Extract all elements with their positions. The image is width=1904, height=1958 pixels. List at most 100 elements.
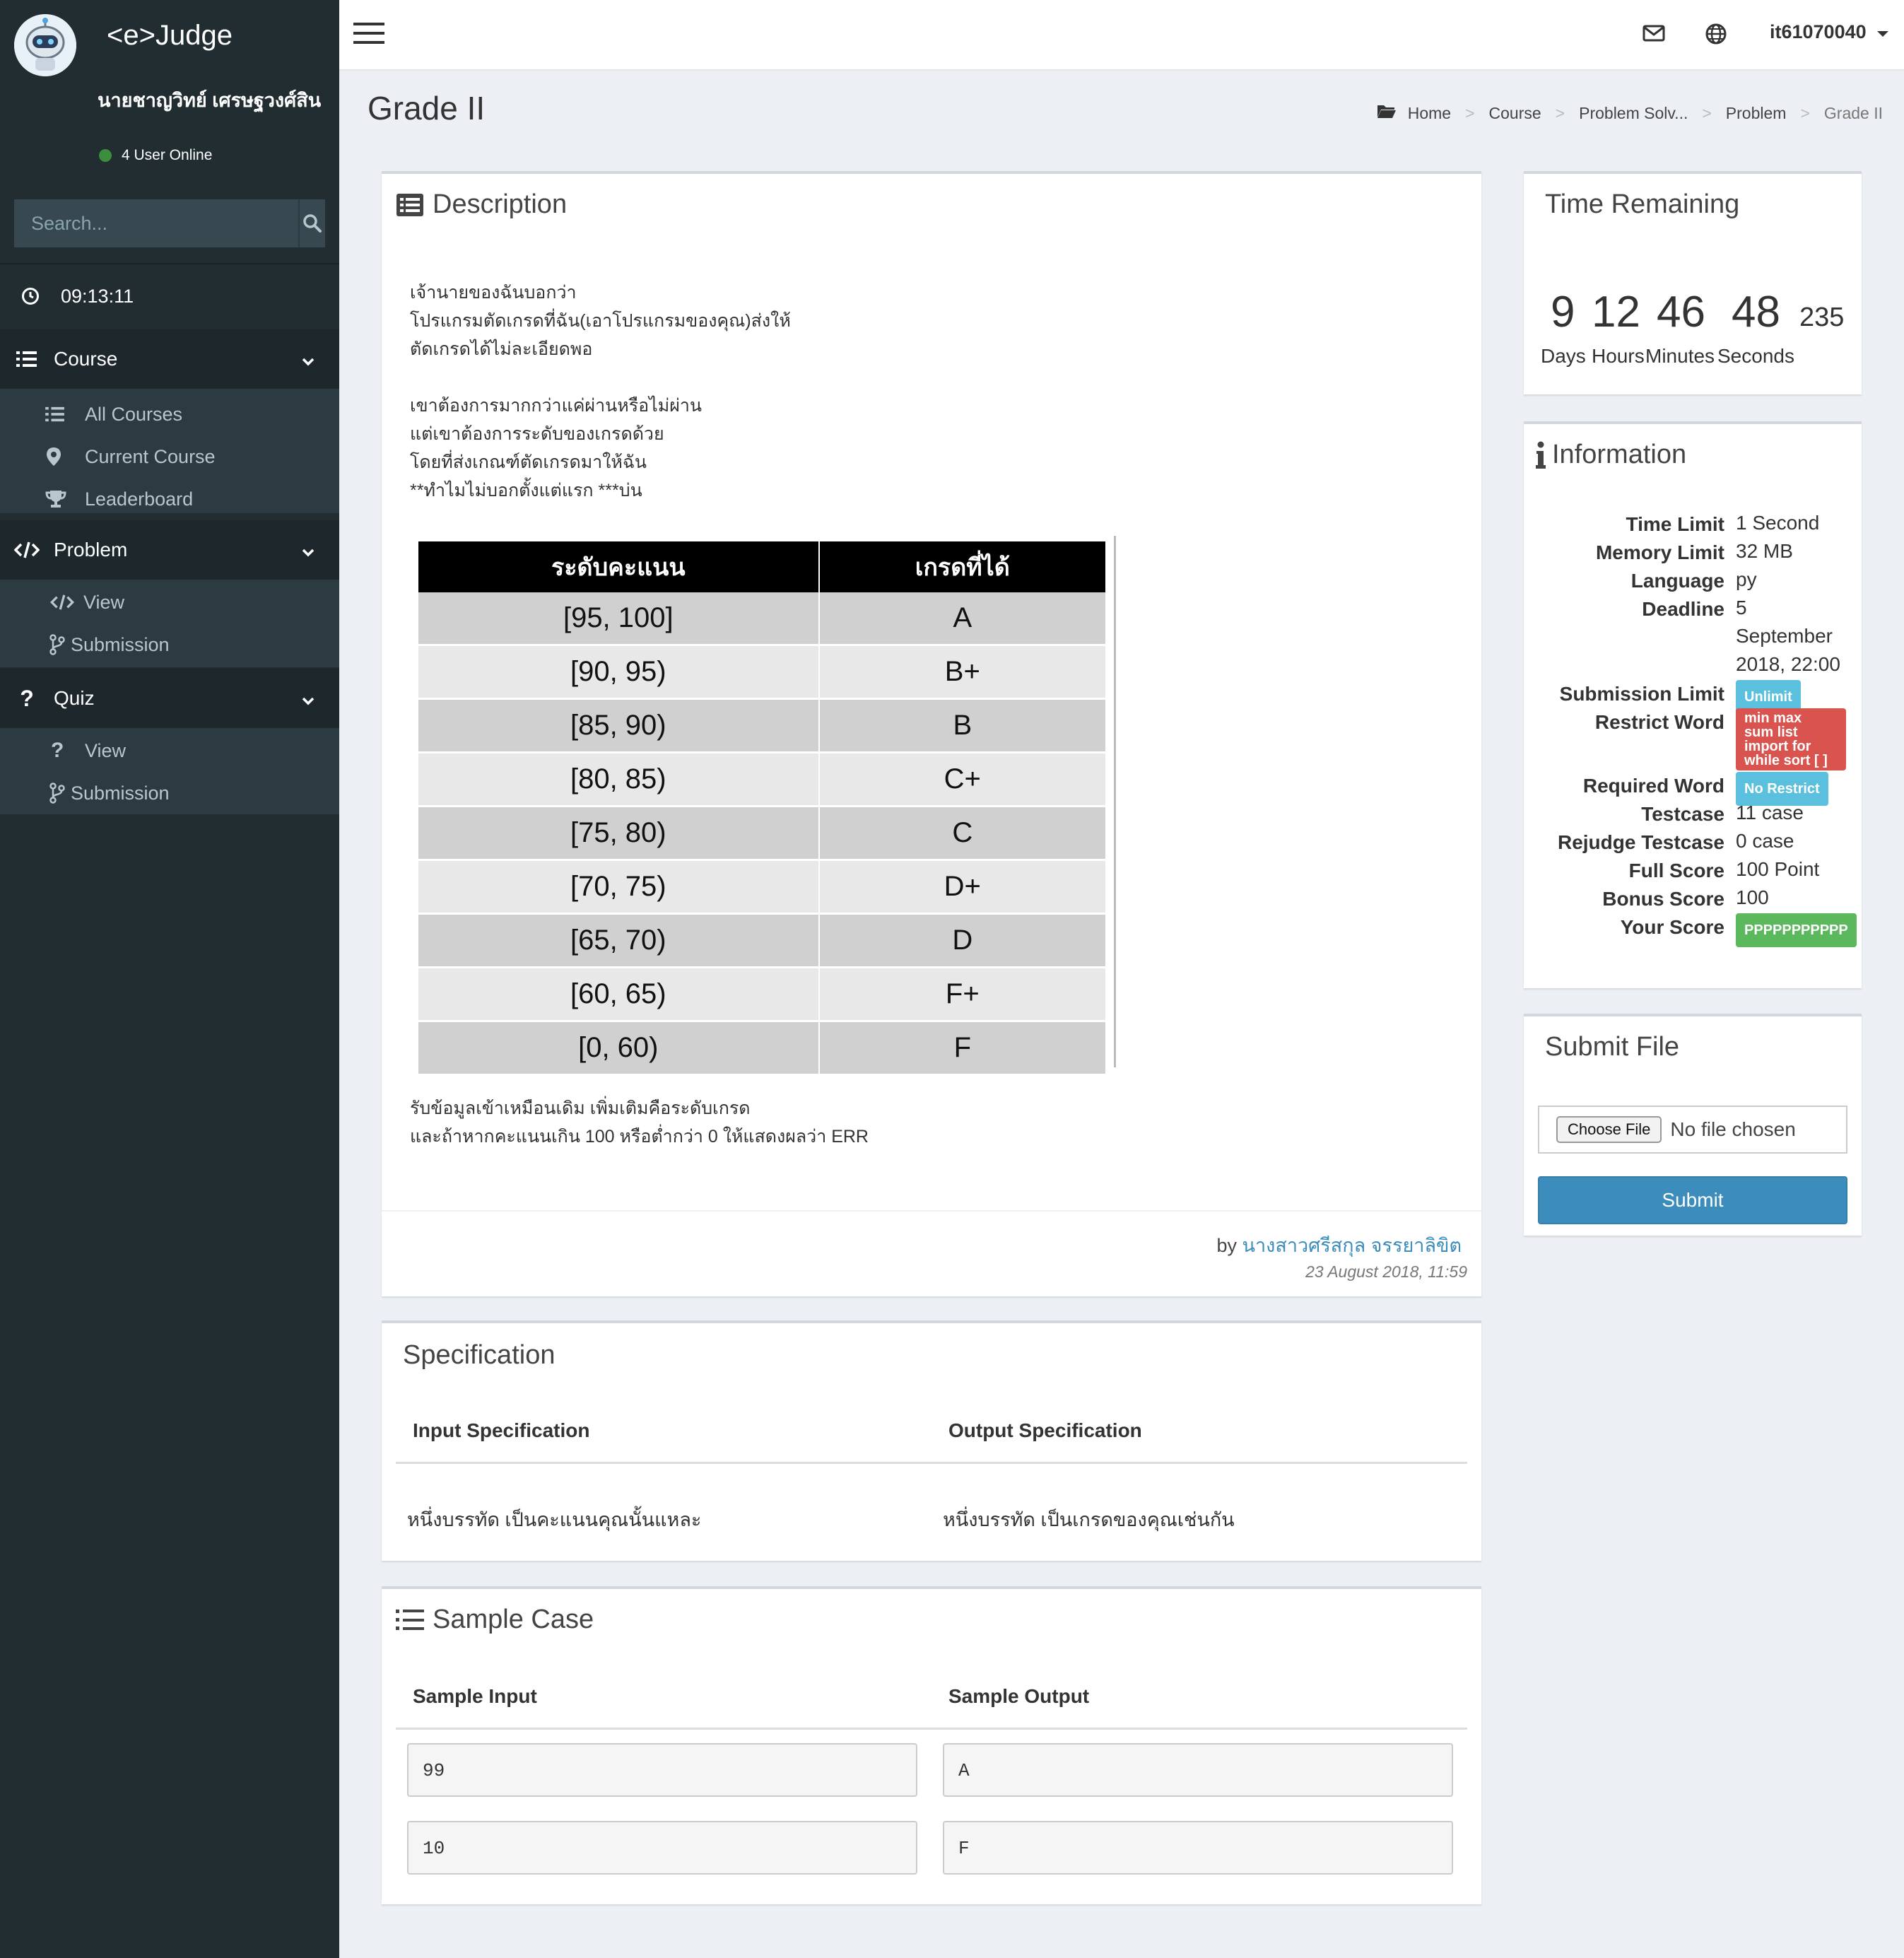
sample-output-box[interactable]: F [943,1821,1453,1875]
choose-file-button[interactable]: Choose File [1556,1116,1662,1143]
description-text-footer: รับข้อมูลเข้าเหมือนเดิม เพิ่มเติมคือระดั… [410,1094,869,1151]
countdown-label-hours: Hours [1592,345,1645,367]
info-label: Bonus Score [1602,888,1724,910]
sidebar-item-label: Submission [71,633,170,655]
submit-file-title: Submit File [1545,1032,1680,1062]
description-header: Description [396,189,567,220]
code-icon [49,594,83,611]
user-menu[interactable]: it61070040 [1770,21,1889,43]
online-count: 4 User Online [122,147,213,163]
table-row: [70, 75) D+ [418,860,1107,915]
breadcrumb-home[interactable]: Home [1408,104,1451,123]
sidebar-search [14,199,325,247]
clock-time: 09:13:11 [61,285,134,307]
description-line: **ทำไมไม่บอกตั้งแต่แรก ***บ่น [410,481,642,500]
deadline-line: 5 [1736,597,1747,619]
sidebar-item-problem-submission[interactable]: Submission [0,623,339,666]
breadcrumb-problem-set[interactable]: Problem Solv... [1579,104,1688,123]
breadcrumb-separator: > [1800,103,1810,122]
sidebar-item-label: All Courses [85,403,183,425]
clock: 09:13:11 [0,263,339,328]
chevron-down-icon [301,349,315,372]
info-value: 11 case [1736,802,1804,823]
file-input[interactable]: Choose File No file chosen [1538,1106,1847,1154]
countdown-label-seconds: Seconds [1717,345,1794,367]
info-label: Submission Limit [1559,683,1724,705]
table-row: [60, 65) F+ [418,967,1107,1022]
table-row: [95, 100] A [418,592,1107,646]
deadline-line: 2018, 22:00 [1736,653,1840,675]
online-dot-icon [99,149,112,162]
online-status: 4 User Online [99,147,212,164]
caret-down-icon [1876,21,1889,43]
sample-case-box: Sample Case Sample Input Sample Output 9… [382,1586,1481,1904]
username: it61070040 [1770,21,1867,42]
info-label: Testcase [1641,803,1724,825]
breadcrumb-course[interactable]: Course [1489,104,1541,123]
user-name: นายชาญวิทย์ เศรษฐวงศ์สิน [98,90,322,111]
table-header: เกรดที่ได้ [818,541,1107,592]
info-value: 1 Second [1736,512,1820,534]
info-value: min max sum list import for while sort [… [1736,708,1846,770]
sidebar-item-all-courses[interactable]: All Courses [0,393,339,435]
grade-cell: C [818,806,1107,861]
envelope-icon[interactable] [1643,23,1665,47]
grade-cell: D [818,913,1107,968]
score-range-cell: [95, 100] [418,592,820,646]
description-line: โปรแกรมตัดเกรดที่ฉัน(เอาโปรแกรมของคุณ)ส่… [410,311,791,331]
sample-output-box[interactable]: A [943,1743,1453,1797]
list-ol-icon [396,1608,424,1632]
sample-input-box[interactable]: 10 [407,1821,917,1875]
avatar [14,14,76,76]
menu-course-label: Course [54,348,118,370]
menu-course[interactable]: Course [0,329,339,389]
specification-box: Specification Input Specification Output… [382,1320,1481,1561]
author-line: by นางสาวศรีสกุล จรรยาลิขิต [1216,1230,1462,1260]
course-submenu: All Courses Current Course Leaderboard [0,389,339,513]
score-range-cell: [85, 90) [418,698,820,754]
breadcrumb-separator: > [1465,103,1475,122]
sidebar-item-quiz-view[interactable]: ? View [0,729,339,772]
time-remaining-title: Time Remaining [1545,189,1740,219]
restrict-word-line: min max [1744,710,1802,726]
sample-input-box[interactable]: 99 [407,1743,917,1797]
table-divider [1114,536,1116,1067]
sidebar-item-leaderboard[interactable]: Leaderboard [0,478,339,520]
score-range-cell: [70, 75) [418,860,820,915]
search-input[interactable] [14,199,298,247]
submit-button[interactable]: Submit [1538,1176,1847,1224]
code-icon [0,541,54,559]
sidebar-item-quiz-submission[interactable]: Submission [0,772,339,814]
menu-quiz-label: Quiz [54,687,95,709]
sidebar: <e>Judge นายชาญวิทย์ เศรษฐวงศ์สิน 4 User… [0,0,339,1958]
page-title: Grade II [368,90,486,127]
sidebar-item-problem-view[interactable]: View [0,581,339,623]
description-line: รับข้อมูลเข้าเหมือนเดิม เพิ่มเติมคือระดั… [410,1098,751,1118]
by-label: by [1216,1235,1238,1256]
grade-cell: F [818,1021,1107,1076]
countdown-label-days: Days [1541,345,1586,367]
score-range-cell: [60, 65) [418,967,820,1022]
countdown-hours: 12 [1592,288,1640,336]
quiz-submenu: ? View Submission [0,728,339,814]
restrict-word-line: import for [1744,739,1811,754]
sample-input-header: Sample Input [413,1685,537,1707]
grade-cell: F+ [818,967,1107,1022]
sidebar-toggle-icon[interactable] [353,21,384,49]
specification-title: Specification [403,1340,556,1370]
table-row: [75, 80) C [418,806,1107,861]
sidebar-item-label: Leaderboard [85,488,194,510]
menu-problem[interactable]: Problem [0,520,339,580]
grade-cell: B+ [818,645,1107,700]
sidebar-item-current-course[interactable]: Current Course [0,435,339,478]
author-link[interactable]: นางสาวศรีสกุล จรรยาลิขิต [1242,1235,1462,1256]
map-marker-icon [45,447,85,467]
info-value: 5 September 2018, 22:00 [1736,594,1840,679]
search-button[interactable] [298,199,325,247]
table-header: ระดับคะแนน [418,541,820,592]
globe-icon[interactable] [1705,23,1727,49]
menu-quiz[interactable]: ? Quiz [0,669,339,728]
breadcrumb-problem[interactable]: Problem [1726,104,1787,123]
description-line: เจ้านายของฉันบอกว่า [410,283,577,303]
sidebar-item-label: Current Course [85,445,216,467]
